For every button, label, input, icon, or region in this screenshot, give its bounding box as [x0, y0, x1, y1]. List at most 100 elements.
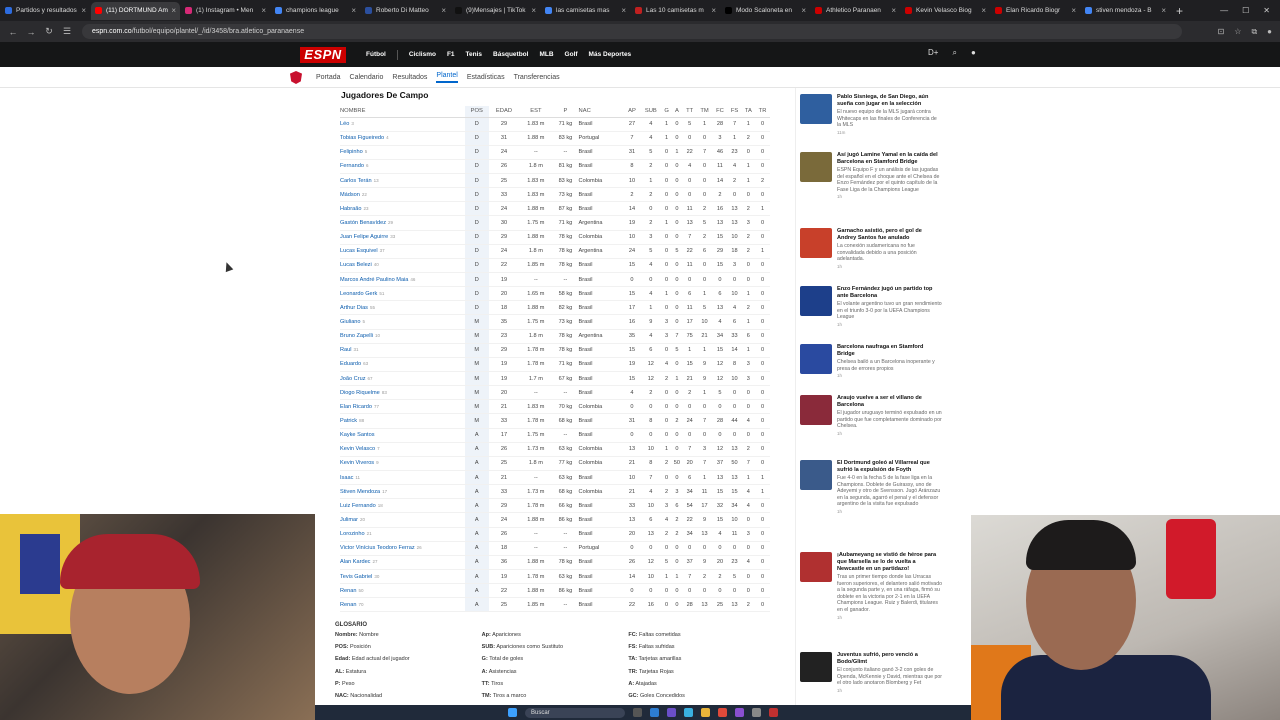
player-name-cell[interactable]: Raul 31 — [340, 343, 465, 358]
edge-icon[interactable] — [650, 708, 659, 717]
player-name-cell[interactable]: Luiz Fernando 18 — [340, 498, 465, 514]
player-name-cell[interactable]: Leonardo Gerk 51 — [340, 286, 465, 302]
tab-close-icon[interactable]: × — [81, 6, 86, 15]
player-name-link[interactable]: Victor Vinícius Teodoro Ferraz — [340, 545, 415, 551]
news-item[interactable]: Juventus sufrió, pero venció a Bodo/Glim… — [800, 652, 945, 693]
new-tab-button[interactable]: + — [1176, 4, 1183, 18]
profile-icon[interactable]: ● — [1267, 27, 1272, 37]
player-name-cell[interactable]: Renan 50 — [340, 583, 465, 599]
player-name-cell[interactable]: Isaac 11 — [340, 470, 465, 486]
maximize-icon[interactable]: ☐ — [1242, 6, 1249, 15]
espn-nav-item[interactable]: Fútbol — [366, 51, 386, 58]
column-header[interactable]: P — [552, 106, 579, 118]
player-name-cell[interactable]: Mádson 22 — [340, 187, 465, 203]
tab-close-icon[interactable]: × — [801, 6, 806, 15]
settings-icon[interactable] — [752, 708, 761, 717]
player-name-link[interactable]: Kevin Viveros — [340, 460, 374, 466]
news-headline[interactable]: ¡Aubameyang se vistió de héroe para que … — [837, 552, 942, 573]
news-headline[interactable]: Juventus sufrió, pero venció a Bodo/Glim… — [837, 652, 942, 666]
player-name-cell[interactable]: Elan Ricardo 77 — [340, 399, 465, 415]
player-name-link[interactable]: Léo — [340, 121, 349, 127]
tab-close-icon[interactable]: × — [441, 6, 446, 15]
player-name-cell[interactable]: João Cruz 67 — [340, 371, 465, 387]
player-name-cell[interactable]: Alan Kardec 27 — [340, 555, 465, 571]
back-icon[interactable]: ← — [4, 27, 22, 37]
news-item[interactable]: Araujo vuelve a ser el villano de Barcel… — [800, 395, 945, 436]
player-name-cell[interactable]: Arthur Dias 55 — [340, 300, 465, 316]
news-item[interactable]: Barcelona naufraga en Stamford Bridge Che… — [800, 344, 945, 378]
player-name-cell[interactable]: Marcos André Paulino Maia 46 — [340, 272, 465, 288]
browser-tab[interactable]: Kevin Velasco Biog × — [901, 2, 990, 20]
news-thumbnail[interactable] — [800, 152, 832, 182]
player-name-link[interactable]: Leonardo Gerk — [340, 291, 377, 297]
espn-nav-item[interactable]: MLB — [539, 51, 553, 58]
column-header[interactable]: NOMBRE — [340, 106, 465, 118]
player-name-link[interactable]: Kayke Santos — [340, 432, 375, 438]
player-name-cell[interactable]: Tevis Gabriel 30 — [340, 569, 465, 585]
news-item[interactable]: Pablo Sisniega, de San Diego, aún sueña … — [800, 94, 945, 135]
player-name-cell[interactable]: Kayke Santos — [340, 428, 465, 443]
column-header[interactable]: EST — [519, 106, 553, 118]
espn-nav-item[interactable]: Tenis — [466, 51, 483, 58]
tab-close-icon[interactable]: × — [261, 6, 266, 15]
player-name-cell[interactable]: Fernando 6 — [340, 159, 465, 175]
subnav-tab[interactable]: Portada — [316, 74, 341, 81]
player-name-link[interactable]: Lucas Esquivel — [340, 248, 378, 254]
player-name-cell[interactable]: Felipinho 5 — [340, 145, 465, 160]
browser-tab[interactable]: Partidos y resultados × — [1, 2, 90, 20]
player-name-link[interactable]: Julimar — [340, 517, 358, 523]
player-name-link[interactable]: Raul — [340, 347, 352, 353]
player-name-cell[interactable]: Stiven Mendoza 17 — [340, 484, 465, 500]
player-name-link[interactable]: Carlos Terán — [340, 178, 372, 184]
site-info-icon[interactable]: ☰ — [58, 26, 76, 37]
news-headline[interactable]: Barcelona naufraga en Stamford Bridge — [837, 344, 942, 358]
espn-nav-item[interactable]: Ciclismo — [409, 51, 436, 58]
subnav-tab[interactable]: Calendario — [350, 74, 384, 81]
tab-close-icon[interactable]: × — [711, 6, 716, 15]
player-name-link[interactable]: Luiz Fernando — [340, 503, 376, 509]
news-thumbnail[interactable] — [800, 395, 832, 425]
player-name-link[interactable]: Tevis Gabriel — [340, 574, 372, 580]
player-name-cell[interactable]: Carlos Terán 13 — [340, 173, 465, 189]
player-name-cell[interactable]: Kevin Velasco 7 — [340, 442, 465, 457]
browser-tab[interactable]: (1) Instagram • Men × — [181, 2, 270, 20]
tab-close-icon[interactable]: × — [531, 6, 536, 15]
file-explorer-icon[interactable] — [701, 708, 710, 717]
windows-start-icon[interactable] — [508, 708, 517, 717]
player-name-cell[interactable]: Victor Vinícius Teodoro Ferraz 26 — [340, 541, 465, 556]
player-name-cell[interactable]: Gastón Benavídez 29 — [340, 215, 465, 231]
player-name-link[interactable]: Lorozinho — [340, 531, 365, 537]
player-name-link[interactable]: Felipinho — [340, 149, 363, 155]
player-name-link[interactable]: Bruno Zapelli — [340, 333, 373, 339]
news-headline[interactable]: Pablo Sisniega, de San Diego, aún sueña … — [837, 94, 942, 108]
espn-nav-item[interactable]: Básquetbol — [493, 51, 528, 58]
tab-close-icon[interactable]: × — [351, 6, 356, 15]
tab-close-icon[interactable]: × — [1071, 6, 1076, 15]
browser-tab[interactable]: champions league × — [271, 2, 360, 20]
install-icon[interactable]: ⊡ — [1218, 27, 1225, 37]
player-name-link[interactable]: Juan Felipe Aguirre — [340, 234, 388, 240]
player-name-link[interactable]: Fernando — [340, 163, 364, 169]
espn-logo[interactable]: ESPN — [300, 47, 346, 63]
column-header[interactable]: NAC — [578, 106, 625, 118]
player-name-link[interactable]: Gastón Benavídez — [340, 220, 386, 226]
player-name-link[interactable]: Renan — [340, 602, 356, 608]
news-item[interactable]: Así jugó Lamine Yamal en la caída del Ba… — [800, 152, 945, 199]
player-name-link[interactable]: Lucas Belezi — [340, 262, 372, 268]
player-name-cell[interactable]: Lucas Esquivel 37 — [340, 244, 465, 259]
close-window-icon[interactable]: ✕ — [1263, 6, 1270, 15]
news-item[interactable]: Enzo Fernández jugó un partido top ante … — [800, 286, 945, 327]
browser-tab[interactable]: stiven mendoza - B × — [1081, 2, 1170, 20]
subnav-tab[interactable]: Plantel — [436, 72, 458, 83]
player-name-cell[interactable]: Juan Felipe Aguirre 33 — [340, 230, 465, 245]
browser-tab[interactable]: Modo Scaloneta en × — [721, 2, 810, 20]
column-header[interactable]: FS — [727, 106, 742, 118]
news-item[interactable]: ¡Aubameyang se vistió de héroe para que … — [800, 552, 945, 620]
store-icon[interactable] — [684, 708, 693, 717]
column-header[interactable]: G — [662, 106, 671, 118]
player-name-cell[interactable]: Eduardo 63 — [340, 357, 465, 373]
player-name-link[interactable]: Diogo Riquelme — [340, 390, 380, 396]
news-headline[interactable]: Enzo Fernández jugó un partido top ante … — [837, 286, 942, 300]
reload-icon[interactable]: ↻ — [40, 26, 58, 37]
user-icon[interactable]: ● — [971, 48, 976, 58]
